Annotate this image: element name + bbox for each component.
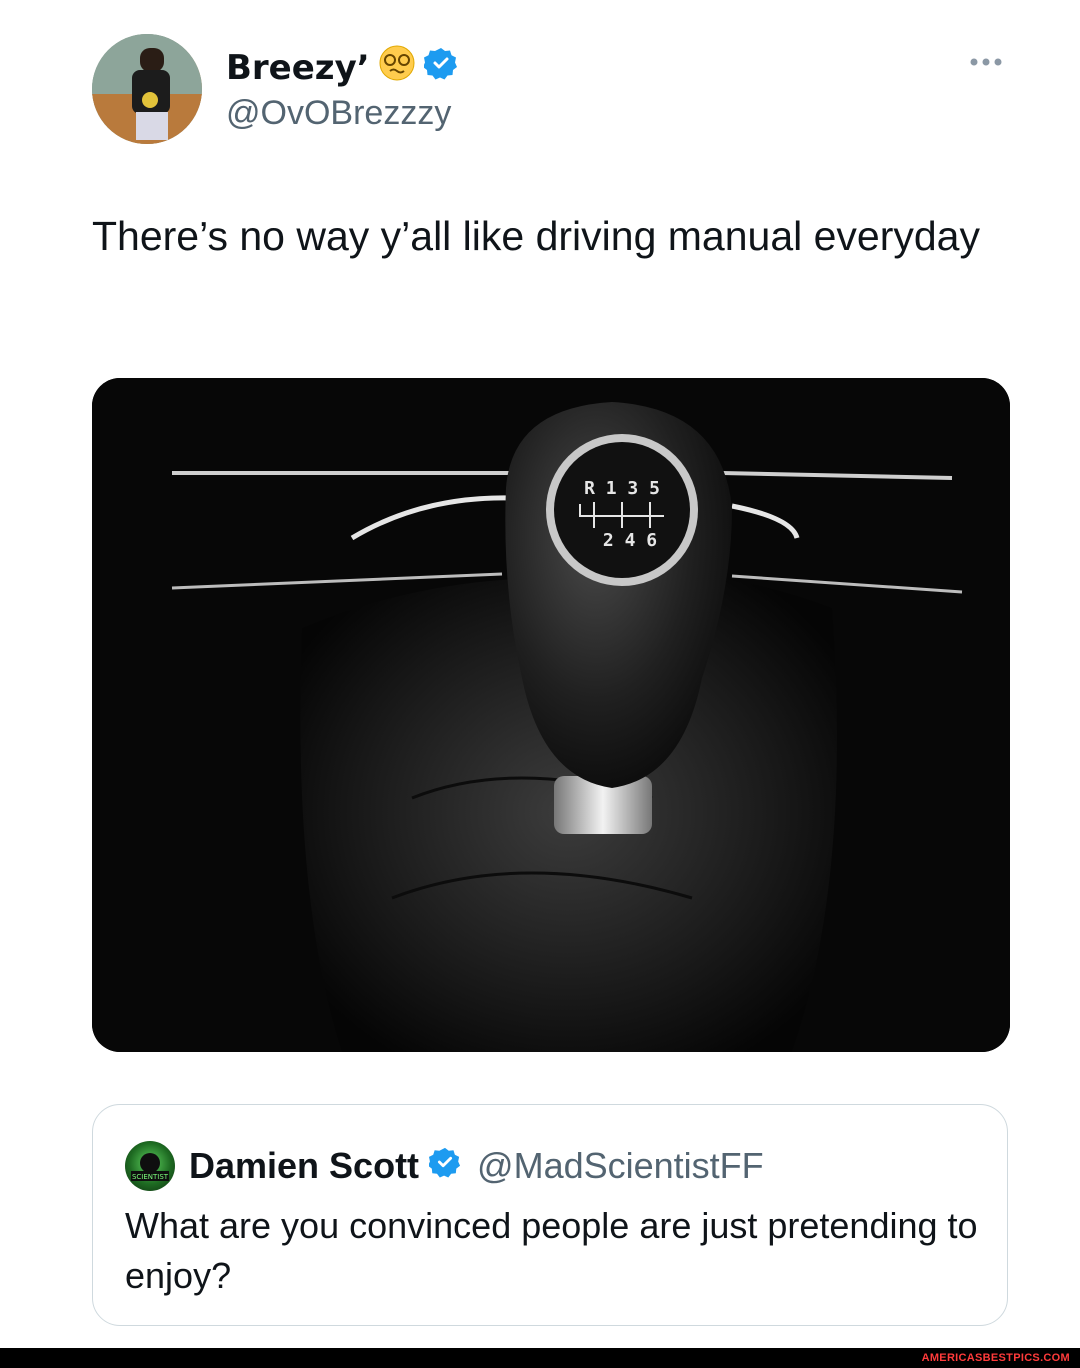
tweet-text: There’s no way y’all like driving manual… bbox=[92, 213, 980, 259]
author-display-name-row[interactable]: Breezy’ bbox=[226, 44, 458, 91]
watermark-bar bbox=[0, 1348, 1080, 1368]
tweet-media-image[interactable]: R 1 3 5 2 4 6 bbox=[92, 378, 1010, 1052]
quoted-author-display-name[interactable]: Damien Scott bbox=[189, 1145, 419, 1187]
dizzy-face-emoji-icon bbox=[378, 44, 416, 91]
shift-pattern-top: R 1 3 5 bbox=[584, 478, 660, 499]
quoted-tweet-header: SCIENTIST Damien Scott @MadScientistFF bbox=[125, 1141, 764, 1191]
quoted-author-avatar[interactable]: SCIENTIST bbox=[125, 1141, 175, 1191]
author-display-name[interactable]: Breezy’ bbox=[226, 48, 370, 88]
quoted-author-handle[interactable]: @MadScientistFF bbox=[477, 1145, 764, 1187]
quoted-avatar-label: SCIENTIST bbox=[132, 1173, 169, 1181]
author-handle[interactable]: @OvOBrezzzy bbox=[226, 94, 451, 133]
quoted-tweet-card[interactable]: SCIENTIST Damien Scott @MadScientistFF W… bbox=[92, 1104, 1008, 1326]
verified-badge-icon[interactable] bbox=[428, 1145, 461, 1187]
quoted-tweet-text: What are you convinced people are just p… bbox=[125, 1205, 978, 1296]
watermark-text: AMERICASBESTPICS.COM bbox=[921, 1352, 1070, 1364]
more-horizontal-icon[interactable] bbox=[968, 52, 1004, 72]
author-avatar[interactable] bbox=[92, 34, 202, 144]
shift-pattern-bottom: 2 4 6 bbox=[603, 530, 657, 551]
verified-badge-icon[interactable] bbox=[422, 46, 458, 89]
